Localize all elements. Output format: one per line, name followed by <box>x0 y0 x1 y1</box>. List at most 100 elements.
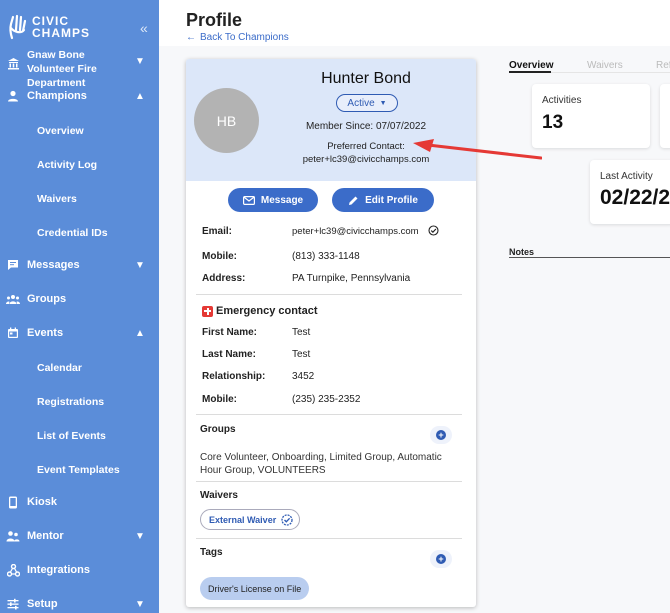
nav-activity-log[interactable]: Activity Log <box>37 159 97 171</box>
groups-list: Core Volunteer, Onboarding, Limited Grou… <box>200 452 442 476</box>
integrations-icon <box>6 563 20 577</box>
nav-setup[interactable]: Setup ▼ <box>0 590 159 613</box>
stat-card-partial <box>660 84 670 148</box>
divider <box>196 481 462 482</box>
activities-stat-card: Activities 13 <box>532 84 650 148</box>
emergency-contact-title: Emergency contact <box>202 305 317 317</box>
groups-title: Groups <box>200 424 236 435</box>
message-icon <box>6 258 20 272</box>
nav-messages[interactable]: Messages ▼ <box>0 251 159 279</box>
first-name-label: First Name: <box>202 327 258 338</box>
plus-icon: + <box>436 430 446 440</box>
kiosk-icon <box>6 495 20 509</box>
nav-overview[interactable]: Overview <box>37 125 84 137</box>
add-group-button[interactable]: + <box>430 426 452 444</box>
nav-champions-label: Champions <box>27 90 87 102</box>
active-tab-indicator <box>509 71 551 73</box>
mentor-icon <box>6 529 20 543</box>
member-since: Member Since: 07/07/2022 <box>305 121 427 132</box>
nav-champions[interactable]: Champions ▲ <box>0 82 159 110</box>
nav-calendar[interactable]: Calendar <box>37 362 82 374</box>
edit-profile-button-label: Edit Profile <box>365 194 418 206</box>
building-icon <box>6 56 20 70</box>
add-tag-button[interactable]: + <box>430 550 452 568</box>
email-label: Email: <box>202 226 233 237</box>
nav-events-label: Events <box>27 327 64 339</box>
nav-event-templates[interactable]: Event Templates <box>37 464 120 476</box>
relationship-value: 3452 <box>292 371 315 382</box>
profile-header: HB Hunter Bond Active ▼ Member Since: 07… <box>186 59 476 181</box>
activities-value: 13 <box>542 112 564 133</box>
last-activity-label: Last Activity <box>600 171 653 182</box>
nav-registrations[interactable]: Registrations <box>37 396 104 408</box>
nav-mentor-label: Mentor <box>27 530 64 542</box>
notes-label: Notes <box>509 247 535 257</box>
notes-divider <box>509 257 670 258</box>
nav-groups[interactable]: Groups <box>0 285 159 313</box>
message-button-label: Message <box>260 194 304 206</box>
chevron-down-icon: ▼ <box>135 530 145 542</box>
last-name-value: Test <box>292 349 311 360</box>
activities-label: Activities <box>542 95 582 106</box>
verified-check-icon <box>428 225 439 239</box>
person-icon <box>6 89 20 103</box>
civic-champs-logo[interactable]: CIVIC CHAMPS <box>8 14 90 40</box>
message-button[interactable]: Message <box>228 188 318 212</box>
edit-profile-button[interactable]: Edit Profile <box>332 188 434 212</box>
nav-integrations[interactable]: Integrations <box>0 556 159 584</box>
tab-waivers[interactable]: Waivers <box>587 60 623 71</box>
tag-chip[interactable]: Driver's License on File <box>200 577 310 600</box>
plus-icon: + <box>436 554 446 564</box>
tab-overview[interactable]: Overview <box>509 60 553 71</box>
last-activity-value: 02/22/2 <box>600 186 670 209</box>
caret-down-icon: ▼ <box>379 99 387 107</box>
annotation-arrow-icon <box>413 139 542 160</box>
back-to-champions-link[interactable]: ← Back To Champions <box>186 32 289 43</box>
divider <box>196 538 462 539</box>
groups-icon <box>6 292 20 306</box>
sliders-icon <box>6 597 20 611</box>
status-value: Active <box>347 97 375 109</box>
external-waiver-chip[interactable]: External Waiver <box>200 509 301 530</box>
calendar-icon <box>6 326 20 340</box>
nav-mentor[interactable]: Mentor ▼ <box>0 522 159 550</box>
nav-setup-label: Setup <box>27 598 58 610</box>
nav-kiosk[interactable]: Kiosk <box>0 488 159 516</box>
address-label: Address: <box>202 273 246 284</box>
collapse-sidebar-icon[interactable]: « <box>140 20 148 36</box>
nav-credential-ids[interactable]: Credential IDs <box>37 227 108 239</box>
nav-messages-label: Messages <box>27 259 80 271</box>
emergency-mobile-label: Mobile: <box>202 394 237 405</box>
tags-title: Tags <box>200 547 223 558</box>
chevron-up-icon: ▲ <box>135 327 145 339</box>
champion-name: Hunter Bond <box>321 70 411 87</box>
address-value: PA Turnpike, Pennsylvania <box>292 273 411 284</box>
nav-integrations-label: Integrations <box>27 564 90 576</box>
email-value[interactable]: peter+lc39@civicchamps.com <box>292 226 419 237</box>
emergency-mobile-value: (235) 235-2352 <box>292 394 361 405</box>
back-link-label: Back To Champions <box>200 32 289 43</box>
status-dropdown[interactable]: Active ▼ <box>336 94 398 112</box>
nav-waivers[interactable]: Waivers <box>37 193 77 205</box>
first-name-value: Test <box>292 327 311 338</box>
chevron-down-icon: ▼ <box>135 259 145 271</box>
mobile-label: Mobile: <box>202 251 237 262</box>
nav-events[interactable]: Events ▲ <box>0 319 159 347</box>
divider <box>196 414 462 415</box>
mobile-value: (813) 333-1148 <box>292 251 360 262</box>
sidebar: CIVIC CHAMPS « ▼ Gnaw Bone Volunteer Fir… <box>0 0 159 613</box>
pencil-icon <box>348 195 359 206</box>
verified-badge-icon <box>281 513 293 526</box>
last-activity-stat-card: Last Activity 02/22/2 <box>590 160 670 224</box>
chevron-up-icon: ▲ <box>135 90 145 102</box>
waivers-title: Waivers <box>200 490 238 501</box>
logo-line-2: CHAMPS <box>32 26 91 40</box>
nav-groups-label: Groups <box>27 293 67 305</box>
medical-cross-icon <box>202 305 213 317</box>
avatar: HB <box>194 88 259 153</box>
chevron-down-icon: ▼ <box>135 56 145 67</box>
tab-ref[interactable]: Ref <box>656 60 670 71</box>
nav-list-of-events[interactable]: List of Events <box>37 430 106 442</box>
last-name-label: Last Name: <box>202 349 256 360</box>
nav-kiosk-label: Kiosk <box>27 496 57 508</box>
